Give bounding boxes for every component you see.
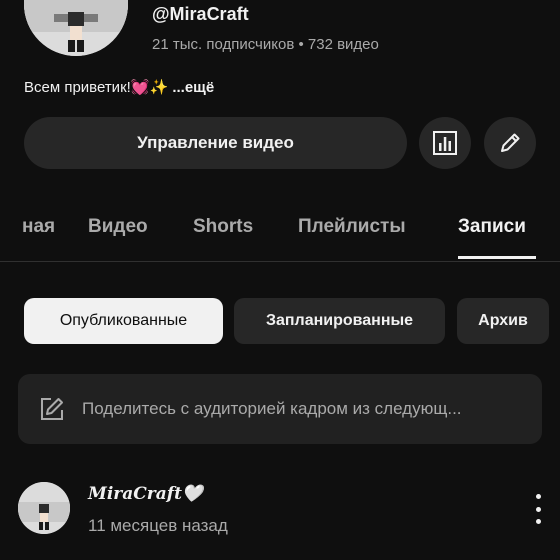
tab-posts[interactable]: Записи [458,216,526,238]
tab-playlists[interactable]: Плейлисты [298,216,406,238]
pencil-icon [501,133,520,152]
more-link[interactable]: ...ещё [168,79,214,96]
channel-description[interactable]: Всем приветик!💓✨ ...ещё [24,78,214,96]
manage-videos-button[interactable]: Управление видео [24,117,407,169]
bar-chart-icon [433,131,457,155]
post-author-name[interactable]: MiraCraft🤍 [88,484,203,504]
filter-archive-chip[interactable]: Архив [457,298,549,344]
tab-videos[interactable]: Видео [88,216,148,238]
tab-home[interactable]: ная [22,216,55,238]
description-text: Всем приветик!💓✨ [24,79,169,96]
channel-avatar[interactable] [24,0,128,56]
edit-square-icon [41,398,63,420]
post-author-avatar[interactable] [18,482,70,534]
analytics-button[interactable] [419,117,471,169]
filter-published-chip[interactable]: Опубликованные [24,298,223,344]
tab-shorts[interactable]: Shorts [193,216,253,238]
channel-tabs: ная Видео Shorts Плейлисты Записи [0,196,560,262]
post-timestamp: 11 месяцев назад [88,516,228,535]
channel-stats: 21 тыс. подписчиков • 732 видео [152,36,379,53]
edit-channel-button[interactable] [484,117,536,169]
filter-scheduled-chip[interactable]: Запланированные [234,298,445,344]
more-options-icon[interactable] [528,494,548,524]
channel-handle: @MiraCraft [152,4,249,24]
active-tab-indicator [458,256,536,259]
composer-placeholder: Поделитесь с аудиторией кадром из следую… [82,399,462,418]
post-composer[interactable]: Поделитесь с аудиторией кадром из следую… [18,374,542,444]
